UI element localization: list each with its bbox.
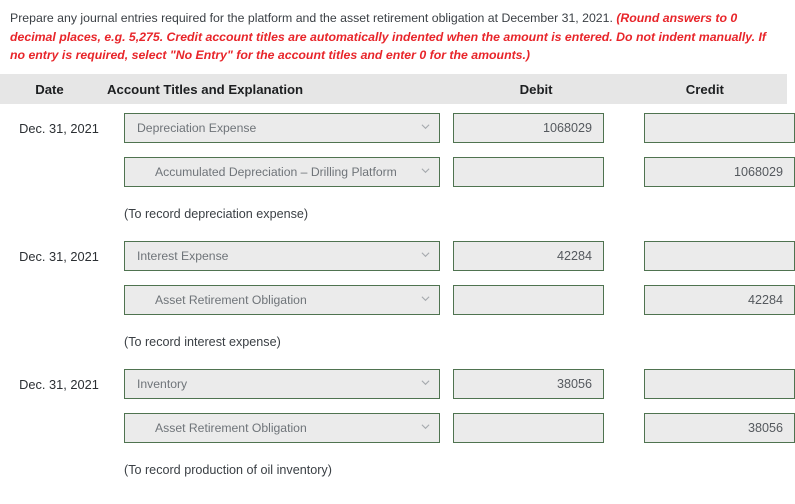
debit-value: 38056 [556,377,592,392]
table-header-row: Date Account Titles and Explanation Debi… [0,74,787,105]
chevron-down-icon [421,422,430,431]
entry-memo: (To record production of oil inventory) [124,463,332,478]
debit-value: 42284 [556,249,592,264]
debit-input[interactable] [453,413,604,444]
journal-entry: Dec. 31, 2021 Depreciation Expense 10680… [0,106,795,234]
account-select[interactable]: Asset Retirement Obligation [124,285,440,316]
memo-row: (To record production of oil inventory) [0,450,795,490]
debit-cell: 1068029 [453,113,619,144]
table-row: Dec. 31, 2021 Depreciation Expense 10680… [0,106,795,150]
column-header-account: Account Titles and Explanation [106,81,304,97]
column-header-credit: Credit [685,81,724,97]
memo-row: (To record interest expense) [0,322,795,362]
account-select[interactable]: Inventory [124,369,440,400]
chevron-down-icon [421,378,430,387]
column-header-debit: Debit [519,81,553,97]
debit-value: 1068029 [542,121,592,136]
entry-memo: (To record depreciation expense) [124,207,309,222]
debit-cell [453,285,619,316]
account-select[interactable]: Interest Expense [124,241,440,272]
account-select[interactable]: Accumulated Depreciation – Drilling Plat… [124,157,440,188]
credit-cell: 42284 [644,285,795,316]
account-select[interactable]: Asset Retirement Obligation [124,413,440,444]
credit-value: 1068029 [733,165,783,180]
entry-date: Dec. 31, 2021 [19,248,99,264]
table-row: Dec. 31, 2021 Interest Expense 42284 [0,234,795,278]
journal-entry-table: Date Account Titles and Explanation Debi… [0,74,795,490]
entry-memo: (To record interest expense) [124,335,281,350]
chevron-down-icon [421,294,430,303]
instructions-prompt: Prepare any journal entries required for… [10,11,617,25]
table-body: Dec. 31, 2021 Depreciation Expense 10680… [0,104,795,490]
account-cell: Depreciation Expense [118,113,440,144]
account-select-value: Depreciation Expense [137,121,257,136]
account-select[interactable]: Depreciation Expense [124,113,440,144]
debit-input[interactable] [453,285,604,316]
account-select-value: Asset Retirement Obligation [155,421,307,436]
credit-value: 38056 [747,421,783,436]
account-cell: Interest Expense [118,241,440,272]
chevron-down-icon [421,166,430,175]
debit-cell [453,157,619,188]
account-cell: Asset Retirement Obligation [118,413,440,444]
entry-date: Dec. 31, 2021 [19,120,99,136]
debit-cell: 38056 [453,369,619,400]
chevron-down-icon [421,122,430,131]
debit-input[interactable]: 42284 [453,241,604,272]
debit-input[interactable]: 1068029 [453,113,604,144]
account-cell: Asset Retirement Obligation [118,285,440,316]
debit-input[interactable]: 38056 [453,369,604,400]
credit-input[interactable] [644,241,795,272]
table-row: Asset Retirement Obligation 42284 [0,278,795,322]
table-row: Asset Retirement Obligation 38056 [0,406,795,450]
debit-input[interactable] [453,157,604,188]
credit-cell: 38056 [644,413,795,444]
credit-value: 42284 [747,293,783,308]
credit-input[interactable] [644,369,795,400]
account-select-value: Accumulated Depreciation – Drilling Plat… [155,165,397,180]
table-row: Dec. 31, 2021 Inventory 38056 [0,362,795,406]
credit-cell: 1068029 [644,157,795,188]
credit-input[interactable] [644,113,795,144]
credit-input[interactable]: 38056 [644,413,795,444]
account-cell: Accumulated Depreciation – Drilling Plat… [118,157,440,188]
column-header-date: Date [35,81,64,97]
table-row: Accumulated Depreciation – Drilling Plat… [0,150,795,194]
debit-cell: 42284 [453,241,619,272]
chevron-down-icon [421,250,430,259]
credit-input[interactable]: 42284 [644,285,795,316]
account-cell: Inventory [118,369,440,400]
memo-row: (To record depreciation expense) [0,194,795,234]
entry-date: Dec. 31, 2021 [19,376,99,392]
journal-entry: Dec. 31, 2021 Interest Expense 42284 Ass… [0,234,795,362]
instructions-block: Prepare any journal entries required for… [0,0,795,65]
account-select-value: Asset Retirement Obligation [155,293,307,308]
credit-cell [644,113,795,144]
debit-cell [453,413,619,444]
credit-input[interactable]: 1068029 [644,157,795,188]
account-select-value: Interest Expense [137,249,229,264]
credit-cell [644,241,795,272]
journal-entry: Dec. 31, 2021 Inventory 38056 Asset Reti… [0,362,795,490]
account-select-value: Inventory [137,377,188,392]
credit-cell [644,369,795,400]
